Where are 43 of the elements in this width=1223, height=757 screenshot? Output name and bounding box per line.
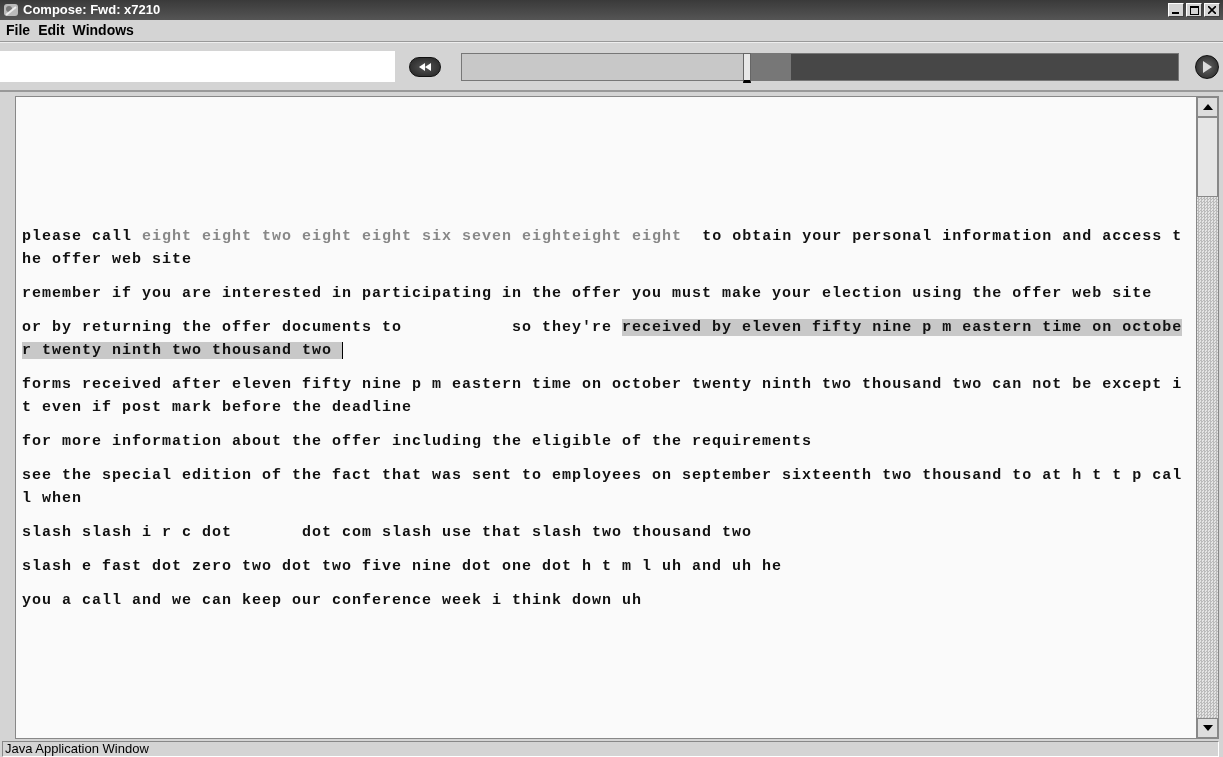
- text-line: to obtain your personal information and access t: [701, 228, 1183, 245]
- selected-text: received by eleven fifty nine p m eastern time on octobe: [622, 319, 1183, 336]
- menu-item[interactable]: Edit: [36, 20, 67, 41]
- scroll-thumb[interactable]: [1197, 117, 1218, 197]
- window-title: Compose: Fwd: x7210: [23, 1, 161, 20]
- text-line: remember if you are interested in participating in the offer you must make your election using the offer web site: [22, 285, 1153, 302]
- text-line: eight eight two eight eight six seven eight: [142, 228, 573, 245]
- buffered-section: [750, 53, 791, 80]
- text-line: see the special edition of the fact that was sent to employees on september sixteenth two thousand to at h t t p cal: [22, 467, 1183, 484]
- app-icon: [3, 2, 19, 18]
- text-line: t even if post mark before the deadline: [22, 399, 413, 416]
- scrollbar[interactable]: [1196, 97, 1218, 738]
- text-line: please call: [22, 228, 134, 245]
- text-line: slash e fast dot zero two dot two five nine dot one dot h t m l uh and uh he: [22, 558, 783, 575]
- menu-item[interactable]: Windows: [70, 20, 136, 41]
- seek-thumb[interactable]: [742, 52, 751, 83]
- menu-item[interactable]: File: [4, 20, 33, 41]
- rewind-button[interactable]: [409, 56, 441, 77]
- scroll-up-button[interactable]: [1197, 97, 1218, 117]
- down-arrow-icon: [1202, 725, 1213, 731]
- text-line: l when: [22, 490, 82, 507]
- seek-bar[interactable]: [461, 52, 1179, 81]
- play-icon: [1202, 60, 1212, 73]
- close-button[interactable]: [1204, 3, 1220, 17]
- text-line: or by returning the offer documents to so they're: [22, 319, 614, 336]
- text-line: eight eight: [572, 228, 683, 245]
- selected-text: r twenty ninth two thousand two: [22, 342, 343, 359]
- maximize-icon: [1189, 5, 1199, 15]
- text-line: you a call and we can keep our conference week i think down uh: [22, 592, 643, 609]
- rewind-icon: [419, 62, 431, 71]
- text-line: slash slash i r c dot dot com slash use that slash two thousand two: [22, 524, 753, 541]
- status-bar: Java Application Window: [2, 741, 1219, 757]
- text-line: for more information about the offer including the eligible of the requirements: [22, 433, 813, 450]
- maximize-button[interactable]: [1186, 3, 1202, 17]
- minimize-button[interactable]: [1168, 3, 1184, 17]
- text-line: forms received after eleven fifty nine p m eastern time on october twenty ninth two thousand two can not be except i: [22, 376, 1183, 393]
- text-caret: [342, 341, 344, 359]
- up-arrow-icon: [1202, 104, 1213, 110]
- input-field[interactable]: [0, 51, 395, 82]
- text-line: he offer web site: [22, 251, 193, 268]
- play-button[interactable]: [1195, 54, 1219, 79]
- scroll-down-button[interactable]: [1197, 718, 1218, 738]
- close-icon: [1208, 6, 1216, 14]
